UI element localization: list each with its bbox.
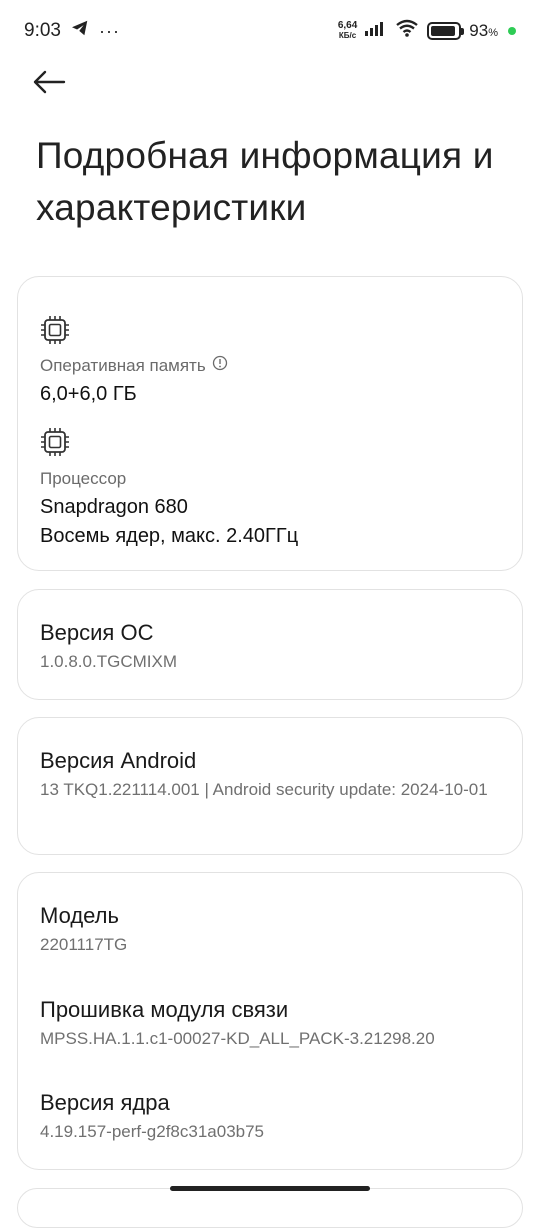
chip-icon: [40, 427, 70, 457]
kernel-value: 4.19.157-perf-g2f8c31a03b75: [40, 1122, 265, 1141]
network-speed: 6,64 КБ/с: [338, 21, 357, 41]
android-version-title: Версия Android: [40, 748, 197, 773]
kernel-title: Версия ядра: [40, 1090, 170, 1115]
telegram-icon: [71, 20, 89, 42]
model-value: 2201117TG: [40, 935, 128, 954]
os-version-card[interactable]: Версия ОС 1.0.8.0.TGCMIXM: [17, 589, 523, 700]
battery-percent-value: 93: [469, 21, 489, 40]
wifi-icon: [395, 19, 419, 43]
android-version-value: 13 TKQ1.221114.001 | Android security up…: [40, 780, 488, 799]
page-title: Подробная информация и характеристики: [36, 135, 494, 228]
next-card-partial[interactable]: [17, 1188, 523, 1228]
back-button[interactable]: [32, 66, 76, 102]
cpu-label-text: Процессор: [40, 469, 127, 488]
cpu-label: Процессор: [40, 469, 126, 489]
info-icon[interactable]: [212, 355, 228, 376]
cpu-model: Snapdragon 680: [40, 496, 188, 518]
home-indicator[interactable]: [170, 1186, 370, 1191]
android-version-card[interactable]: Версия Android 13 TKQ1.221114.001 | Andr…: [17, 717, 523, 855]
more-notifications-indicator: ···: [98, 20, 120, 41]
status-bar-right: 6,64 КБ/с 93%: [338, 19, 516, 43]
signal-icon: [365, 20, 387, 42]
chip-icon: [40, 315, 70, 345]
network-speed-unit: КБ/с: [338, 31, 357, 40]
network-speed-value: 6,64: [337, 20, 358, 31]
battery-icon: [427, 22, 465, 40]
charging-indicator-dot: [508, 27, 516, 35]
ram-label-row: Оперативная память: [40, 355, 228, 376]
status-bar-left: 9:03 ···: [24, 20, 120, 42]
os-version-title: Версия ОС: [40, 620, 154, 645]
cpu-detail: Восемь ядер, макс. 2.40ГГц: [40, 525, 299, 547]
model-title: Модель: [40, 903, 119, 928]
status-bar: 9:03 ··· 6,64 КБ/с 93 %: [0, 0, 540, 62]
hardware-card: Оперативная память 6,0+6,0 ГБ Процессор …: [17, 276, 523, 571]
status-time: 9:03: [24, 20, 61, 41]
os-version-value: 1.0.8.0.TGCMIXM: [40, 652, 177, 671]
battery-percent-sign: %: [488, 27, 498, 39]
device-details-card: Модель 2201117TG Прошивка модуля связи M…: [17, 872, 523, 1170]
ram-label: Оперативная память: [40, 355, 206, 375]
battery-percent: 93%: [469, 21, 498, 41]
battery-level-fill: [431, 26, 456, 36]
baseband-title: Прошивка модуля связи: [40, 997, 289, 1022]
arrow-left-icon: [32, 70, 66, 99]
baseband-value: MPSS.HA.1.1.c1-00027-KD_ALL_PACK-3.21298…: [40, 1029, 435, 1048]
ram-value: 6,0+6,0 ГБ: [40, 383, 137, 405]
